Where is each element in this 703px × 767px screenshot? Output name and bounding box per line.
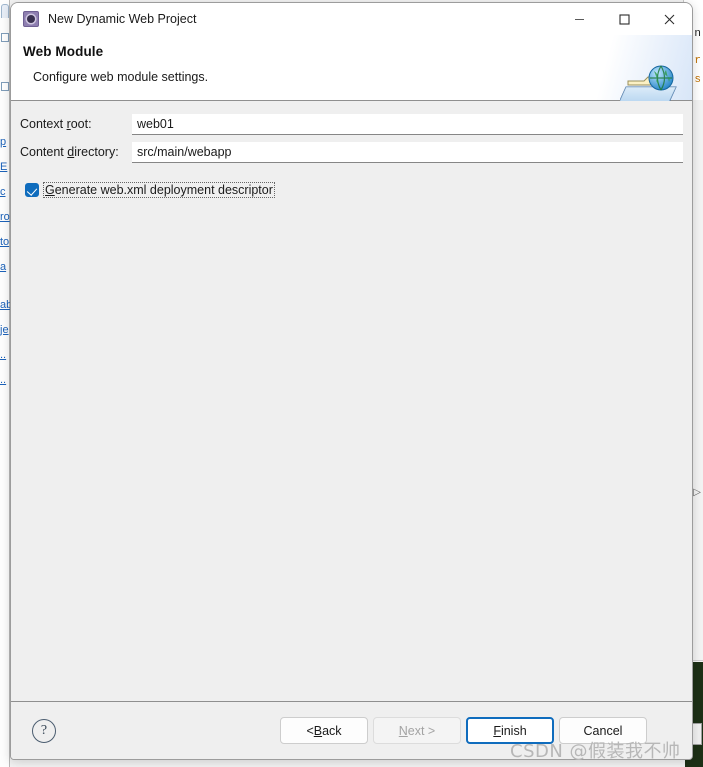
label-text-pre: Content	[20, 145, 68, 159]
content-directory-input[interactable]	[132, 141, 683, 163]
generate-webxml-row[interactable]: Generate web.xml deployment descriptor	[25, 182, 692, 198]
button-mnemonic: B	[313, 723, 323, 738]
background-code-fragment: n	[694, 28, 701, 40]
background-link-fragment[interactable]: c	[0, 186, 10, 198]
background-link-fragment[interactable]: ..	[0, 349, 10, 361]
new-dynamic-web-project-dialog: New Dynamic Web Project Web Module Confi…	[10, 2, 693, 760]
background-code-fragment: r	[694, 55, 701, 67]
background-panel-icon	[1, 82, 9, 91]
wizard-button-group: < Back Next > Finish Cancel	[280, 717, 647, 744]
background-link-fragment[interactable]: E	[0, 161, 10, 173]
button-text-post: inish	[500, 723, 527, 738]
dialog-titlebar[interactable]: New Dynamic Web Project	[11, 3, 692, 35]
minimize-icon[interactable]	[557, 3, 602, 35]
label-text-post: irectory:	[74, 145, 119, 159]
dialog-footer: ? < Back Next > Finish Cancel	[11, 701, 692, 759]
button-mnemonic: F	[493, 723, 501, 738]
label-text-pre: Context	[20, 117, 67, 131]
background-link-fragment[interactable]: p	[0, 136, 10, 148]
button-text-pre: <	[306, 723, 314, 738]
maximize-icon[interactable]	[602, 3, 647, 35]
dialog-title: New Dynamic Web Project	[48, 12, 197, 26]
finish-button[interactable]: Finish	[466, 717, 554, 744]
button-text-post: Cancel	[583, 723, 623, 738]
button-text-post: ext >	[407, 723, 436, 738]
background-code-fragment: s	[694, 74, 701, 86]
background-link-fragment[interactable]: to	[0, 236, 10, 248]
back-button[interactable]: < Back	[280, 717, 368, 744]
background-link-fragment[interactable]: ..	[0, 374, 10, 386]
button-text-post: ack	[322, 723, 342, 738]
generate-webxml-label[interactable]: Generate web.xml deployment descriptor	[43, 182, 275, 198]
dialog-content: Context root: Content directory: Generat…	[11, 101, 692, 701]
next-button[interactable]: Next >	[373, 717, 461, 744]
background-left-panel[interactable]: p E c ro to a ab je .. ..	[0, 0, 10, 767]
close-icon[interactable]	[647, 3, 692, 35]
button-mnemonic: N	[398, 723, 408, 738]
eclipse-wizard-icon	[23, 11, 39, 27]
context-root-label: Context root:	[20, 117, 132, 131]
window-controls	[557, 3, 692, 35]
dialog-header: Web Module Configure web module settings…	[11, 35, 692, 110]
label-text: enerate web.xml deployment descriptor	[54, 183, 273, 197]
content-directory-label: Content directory:	[20, 145, 132, 159]
label-mnemonic: G	[45, 183, 55, 197]
background-link-fragment[interactable]: ro	[0, 211, 10, 223]
background-marker-icon: ▷	[693, 487, 701, 498]
background-link-fragment[interactable]: a	[0, 261, 10, 273]
background-editor-tab[interactable]	[1, 4, 9, 18]
background-link-fragment[interactable]: ab	[0, 299, 10, 311]
field-row-content-directory: Content directory:	[20, 141, 683, 163]
field-row-context-root: Context root:	[20, 113, 683, 135]
context-root-input[interactable]	[132, 113, 683, 135]
label-text-post: oot:	[70, 117, 92, 131]
cancel-button[interactable]: Cancel	[559, 717, 647, 744]
background-link-fragment[interactable]: je	[0, 324, 10, 336]
generate-webxml-checkbox[interactable]	[25, 183, 39, 197]
help-icon[interactable]: ?	[32, 718, 56, 743]
background-panel-icon	[1, 33, 9, 42]
